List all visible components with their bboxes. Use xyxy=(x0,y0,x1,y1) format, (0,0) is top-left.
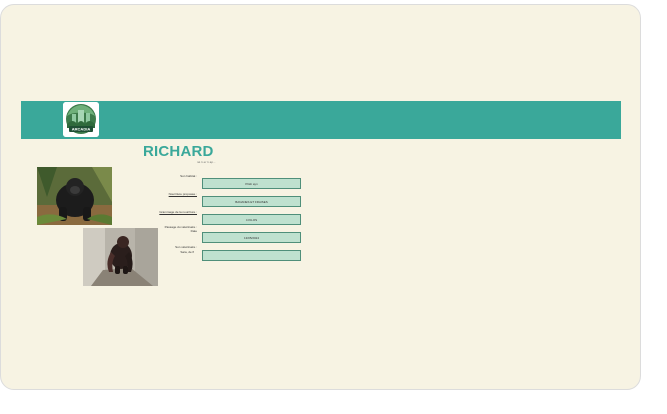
animal-photo-2 xyxy=(83,228,158,286)
vet-visit-field[interactable]: 13/05/2024 xyxy=(202,232,301,243)
vet-sublabel: Sara, de fl xyxy=(180,250,194,254)
jungle-logo-icon: ARCADIA xyxy=(63,102,99,137)
food-field[interactable]: BANANES ET FRAISES xyxy=(202,196,301,207)
profile-card: ARCADIA RICHARD né 1 er 1 ap... Son habi… xyxy=(0,4,641,390)
vet-visit-label: Passage du vétérinaire : Date xyxy=(164,225,197,233)
food-label: Nourriture proposée : xyxy=(168,192,197,196)
animal-photo-1 xyxy=(37,167,112,225)
gorilla-photo-icon xyxy=(83,228,158,286)
arcadia-logo[interactable]: ARCADIA xyxy=(63,102,99,137)
vet-field[interactable] xyxy=(202,250,301,261)
animal-subtitle: né 1 er 1 ap... xyxy=(197,160,216,164)
svg-text:ARCADIA: ARCADIA xyxy=(72,127,91,132)
gorilla-photo-icon xyxy=(37,167,112,225)
animal-name: RICHARD xyxy=(143,143,214,160)
header-banner: ARCADIA xyxy=(21,101,621,139)
vet-label: Son vétérinaire : xyxy=(175,245,197,249)
habitat-label: Son habitat : xyxy=(180,174,197,178)
habitat-field[interactable]: Pitsb ayn xyxy=(202,178,301,189)
food-quantity-field[interactable]: 4 KILOS xyxy=(202,214,301,225)
food-quantity-label: Grammage de la nourriture : xyxy=(159,210,197,214)
